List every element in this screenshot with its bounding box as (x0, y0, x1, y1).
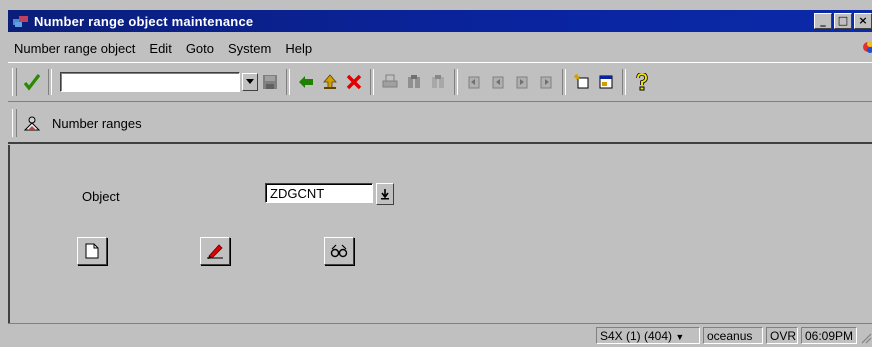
menu-edit[interactable]: Edit (141, 41, 177, 56)
menu-goto[interactable]: Goto (178, 41, 220, 56)
title-bar: Number range object maintenance _ □ × (8, 10, 872, 32)
toolbar-separator (48, 69, 52, 95)
create-session-icon[interactable] (571, 71, 593, 93)
time-field: 06:09PM (801, 327, 857, 344)
toolbar-separator (370, 69, 374, 95)
back-icon[interactable] (295, 71, 317, 93)
command-dropdown-button[interactable] (242, 73, 258, 91)
check-icon[interactable] (21, 71, 43, 93)
toolbar-separator (562, 69, 566, 95)
menu-system[interactable]: System (220, 41, 277, 56)
menu-number-range-object[interactable]: Number range object (8, 41, 141, 56)
find-next-icon[interactable] (427, 71, 449, 93)
system-info-text: S4X (1) (404) (600, 329, 673, 343)
last-page-icon[interactable] (535, 71, 557, 93)
create-shortcut-icon[interactable] (595, 71, 617, 93)
object-label: Object (82, 189, 120, 204)
toolbar-grip (12, 68, 17, 96)
triangle-down-icon[interactable]: ▼ (675, 332, 684, 342)
previous-page-icon[interactable] (487, 71, 509, 93)
save-icon[interactable] (259, 71, 281, 93)
sap-logo-icon (862, 40, 872, 54)
toolbar-separator (622, 69, 626, 95)
mode-field: OVR (766, 327, 798, 344)
number-ranges-icon[interactable] (21, 112, 43, 134)
minimize-button[interactable]: _ (814, 13, 832, 29)
application-toolbar: Number ranges (8, 104, 872, 144)
sap-window: Number range object maintenance _ □ × Nu… (0, 0, 872, 345)
status-bar: S4X (1) (404) ▼ oceanus OVR 06:09PM (8, 323, 872, 346)
menu-help[interactable]: Help (277, 41, 318, 56)
help-icon[interactable] (631, 71, 653, 93)
change-button[interactable] (200, 237, 230, 265)
sap-app-icon (12, 13, 30, 29)
menu-bar: Number range object Edit Goto System Hel… (8, 36, 872, 60)
host-field: oceanus (703, 327, 763, 344)
main-content: Object ZDGCNT (8, 145, 872, 323)
next-page-icon[interactable] (511, 71, 533, 93)
print-icon[interactable] (379, 71, 401, 93)
number-ranges-label[interactable]: Number ranges (52, 116, 142, 131)
close-button[interactable]: × (854, 13, 872, 29)
display-button[interactable] (324, 237, 354, 265)
maximize-button[interactable]: □ (834, 13, 852, 29)
system-info[interactable]: S4X (1) (404) ▼ (596, 327, 700, 344)
command-field[interactable] (60, 72, 240, 92)
object-value-help-button[interactable] (376, 183, 394, 205)
cancel-icon[interactable] (343, 71, 365, 93)
toolbar-separator (454, 69, 458, 95)
toolbar-separator (286, 69, 290, 95)
command-field-group (60, 72, 258, 92)
exit-icon[interactable] (319, 71, 341, 93)
create-button[interactable] (77, 237, 107, 265)
first-page-icon[interactable] (463, 71, 485, 93)
window-title: Number range object maintenance (34, 13, 254, 29)
find-icon[interactable] (403, 71, 425, 93)
standard-toolbar (8, 62, 872, 102)
object-input[interactable]: ZDGCNT (265, 183, 373, 203)
toolbar-grip (12, 109, 17, 137)
resize-grip-icon[interactable] (860, 330, 872, 344)
